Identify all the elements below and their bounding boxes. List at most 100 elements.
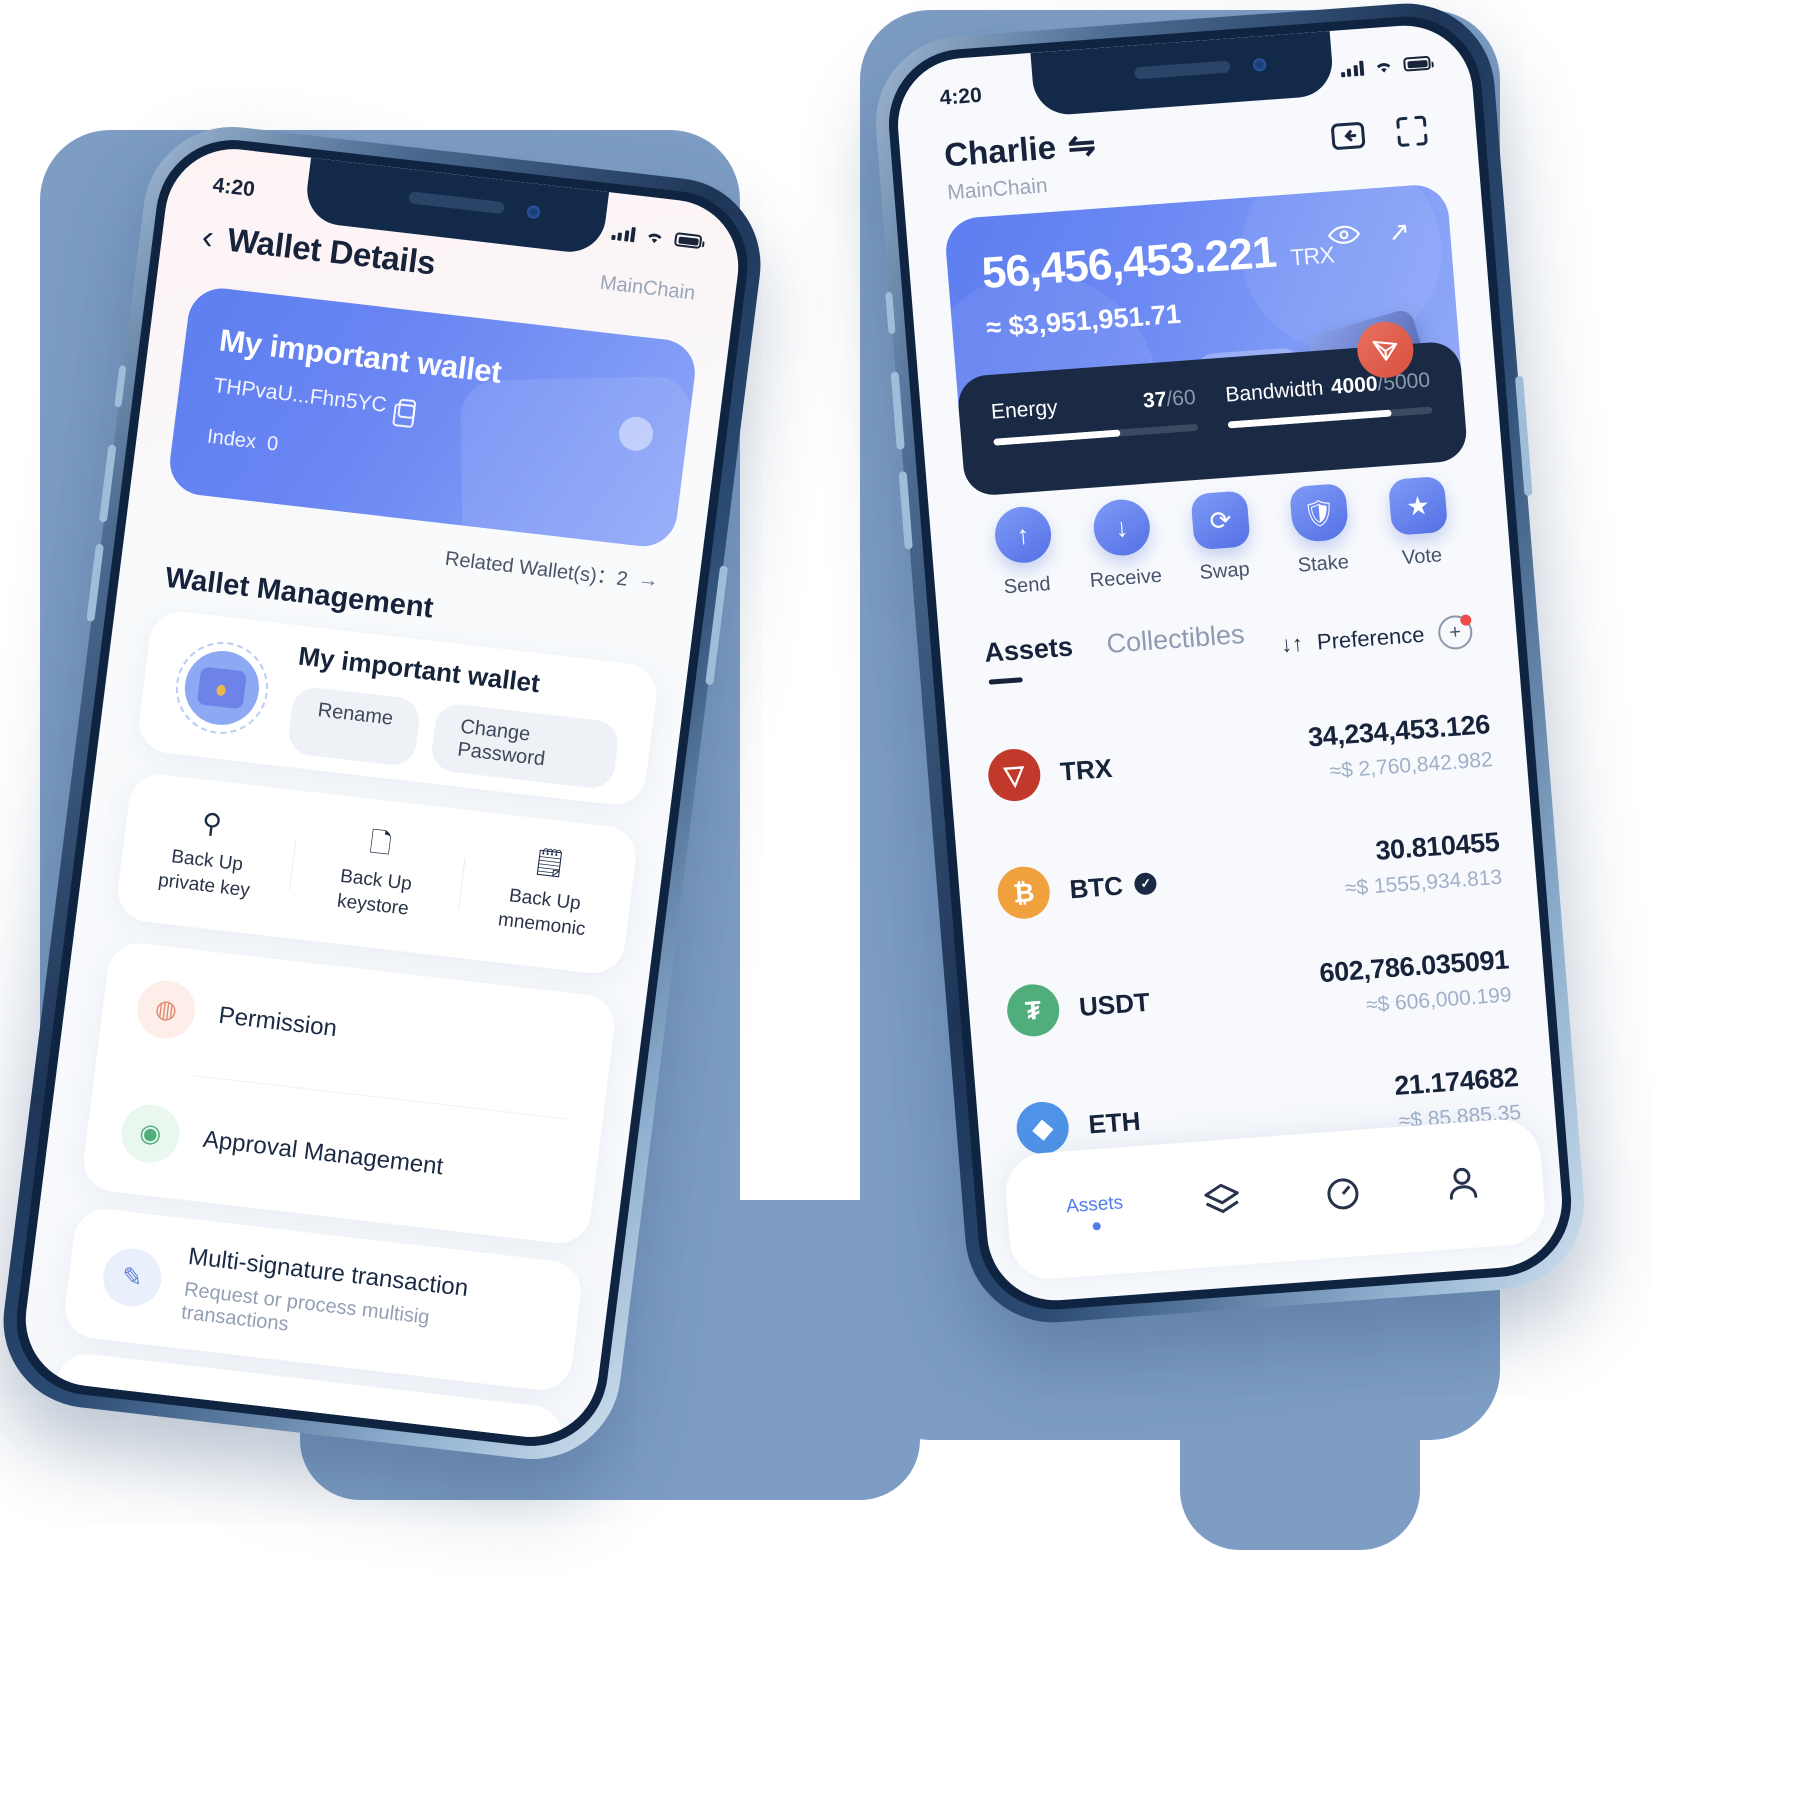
energy-used: 37 xyxy=(1142,387,1168,413)
nav-item-profile[interactable] xyxy=(1440,1160,1486,1210)
cellular-signal-icon-right xyxy=(1340,60,1365,78)
rename-button[interactable]: Rename xyxy=(286,684,422,767)
add-token-icon[interactable]: + xyxy=(1436,614,1474,651)
asset-amount-trx: 34,234,453.126 xyxy=(1306,708,1491,752)
menu-label-approval: Approval Management xyxy=(201,1125,445,1180)
chain-label: MainChain xyxy=(598,271,697,305)
backup-keystore-line2: keystore xyxy=(335,890,410,920)
quick-label-stake: Stake xyxy=(1296,551,1350,577)
power-button-right[interactable] xyxy=(1514,375,1533,496)
preference-control[interactable]: ↓↑ Preference + xyxy=(1280,614,1474,662)
menu-subtitle-multisig: Request or process multisig transactions xyxy=(179,1278,431,1336)
phone-wallet-home: 4:20 Charlie ⇋ MainChain ↗ 56,456,453.22… xyxy=(869,0,1591,1329)
link-icon: 🔗 xyxy=(82,1385,148,1445)
quick-action-send[interactable]: ↑ Send xyxy=(973,503,1076,601)
screenshot-stage: 4:20 ‹ Wallet Details MainChain My impor… xyxy=(0,0,1800,1800)
asset-amount-eth: 21.174682 xyxy=(1393,1061,1520,1101)
quick-label-receive: Receive xyxy=(1088,564,1163,593)
energy-label: Energy xyxy=(990,395,1059,424)
wallet-profile-card: My important wallet Rename Change Passwo… xyxy=(135,608,660,809)
asset-usd-trx: ≈$ 2,760,842.982 xyxy=(1328,747,1494,783)
asset-usd-usdt: ≈$ 606,000.199 xyxy=(1365,982,1513,1017)
eye-icon[interactable] xyxy=(1327,223,1361,247)
scan-icon[interactable] xyxy=(1390,110,1433,153)
menu-label-permission: Permission xyxy=(217,1001,339,1042)
nav-label-assets: Assets xyxy=(1065,1192,1124,1218)
add-wallet-icon[interactable] xyxy=(1327,115,1370,158)
swap-icon: ⟳ xyxy=(1190,490,1251,551)
avatar-ring[interactable] xyxy=(170,636,274,739)
asset-amount-btc: 30.810455 xyxy=(1374,826,1501,866)
tether-icon: ₮ xyxy=(1005,982,1062,1039)
change-password-button[interactable]: Change Password xyxy=(429,701,621,790)
account-name: Charlie xyxy=(942,127,1058,174)
arrow-right-icon: → xyxy=(636,566,661,592)
chain-label-right: MainChain xyxy=(946,174,1049,205)
quick-action-swap[interactable]: ⟳ Swap xyxy=(1170,489,1273,587)
backup-card: ⚲ Back Up private key 🗋 Back Up keystore 🗒… xyxy=(114,771,640,977)
bandwidth-progress-bar xyxy=(1227,406,1433,429)
related-wallets-link[interactable]: Related Wallet(s)：2 → xyxy=(444,542,661,595)
shield-lock-icon: 🛡 xyxy=(1289,483,1350,544)
layers-icon xyxy=(1204,1183,1240,1213)
card-decoration xyxy=(460,375,694,550)
screen-wallet-home: 4:20 Charlie ⇋ MainChain ↗ 56,456,453.22… xyxy=(892,20,1568,1306)
quick-action-vote[interactable]: ★ Vote xyxy=(1368,474,1471,572)
index-label: Index xyxy=(205,425,258,454)
resource-bandwidth: Bandwidth 4000/5000 xyxy=(1225,369,1437,478)
key-icon: ⚲ xyxy=(200,807,224,840)
backup-private-key-button[interactable]: ⚲ Back Up private key xyxy=(118,801,298,907)
asset-symbol-trx: TRX xyxy=(1058,752,1114,787)
index-value: 0 xyxy=(265,432,280,456)
battery-icon-right xyxy=(1403,55,1432,72)
keystore-icon: 🗋 xyxy=(368,827,394,860)
ethereum-icon: ◆ xyxy=(1014,1100,1071,1156)
status-time-right: 4:20 xyxy=(938,83,983,110)
explore-icon xyxy=(1327,1177,1359,1209)
tron-logo-icon-trx: ▽ xyxy=(986,747,1043,803)
resource-energy: Energy 37/60 xyxy=(990,386,1202,495)
quick-label-swap: Swap xyxy=(1198,558,1251,584)
mnemonic-icon: 🗒 xyxy=(530,846,569,880)
backup-keystore-button[interactable]: 🗋 Back Up keystore xyxy=(287,821,467,927)
status-time: 4:20 xyxy=(211,173,257,202)
energy-total: /60 xyxy=(1165,385,1197,411)
profile-icon xyxy=(1449,1167,1478,1200)
wallet-summary-card[interactable]: My important wallet THPvaU...Fhn5YC Inde… xyxy=(166,284,699,550)
wifi-icon-right xyxy=(1376,62,1391,73)
tab-collectibles[interactable]: Collectibles xyxy=(1105,619,1245,660)
cellular-signal-icon xyxy=(610,224,636,243)
bandwidth-label: Bandwidth xyxy=(1224,376,1325,407)
arrow-up-right-icon[interactable]: ↗ xyxy=(1387,216,1411,248)
arrow-down-icon: ↓ xyxy=(1091,497,1152,558)
quick-action-receive[interactable]: ↓ Receive xyxy=(1072,496,1175,594)
wifi-icon xyxy=(648,233,662,243)
preference-label: Preference xyxy=(1315,621,1426,655)
verified-badge-icon: ✓ xyxy=(1134,871,1158,896)
quick-actions: ↑ Send ↓ Receive ⟳ Swap 🛡 Stake ★ Vote xyxy=(959,473,1485,602)
bitcoin-icon: ₿ xyxy=(995,864,1052,921)
nav-item-assets[interactable]: Assets xyxy=(1065,1192,1125,1232)
permission-icon: ◍ xyxy=(133,977,199,1042)
quick-action-stake[interactable]: 🛡 Stake xyxy=(1269,482,1372,580)
arrow-up-icon: ↑ xyxy=(992,504,1054,565)
tab-assets[interactable]: Assets xyxy=(983,632,1074,669)
related-wallets-label: Related Wallet(s)：2 xyxy=(443,547,630,591)
nav-item-layers[interactable] xyxy=(1200,1178,1246,1228)
asset-symbol-usdt: USDT xyxy=(1077,986,1151,1022)
quick-label-send: Send xyxy=(1002,572,1052,599)
asset-amount-usdt: 602,786.035091 xyxy=(1318,943,1510,988)
asset-usd-btc: ≈$ 1555,934.813 xyxy=(1344,865,1503,900)
vote-ticket-icon: ★ xyxy=(1387,475,1449,536)
battery-icon xyxy=(673,232,703,250)
chevron-left-icon: ‹ xyxy=(199,217,216,257)
backup-mnemonic-button[interactable]: 🗒 Back Up mnemonic xyxy=(456,840,636,946)
menu-card-permissions: ◍ Permission ◉ Approval Management xyxy=(80,939,619,1247)
account-switcher[interactable]: Charlie ⇋ xyxy=(943,125,1097,175)
quick-label-vote: Vote xyxy=(1401,544,1443,570)
wallet-address: THPvaU...Fhn5YC xyxy=(212,374,388,417)
sort-icon: ↓↑ xyxy=(1280,630,1305,658)
nav-item-explore[interactable] xyxy=(1320,1169,1366,1219)
nav-active-dot xyxy=(1092,1222,1101,1231)
copy-icon[interactable] xyxy=(397,397,417,419)
